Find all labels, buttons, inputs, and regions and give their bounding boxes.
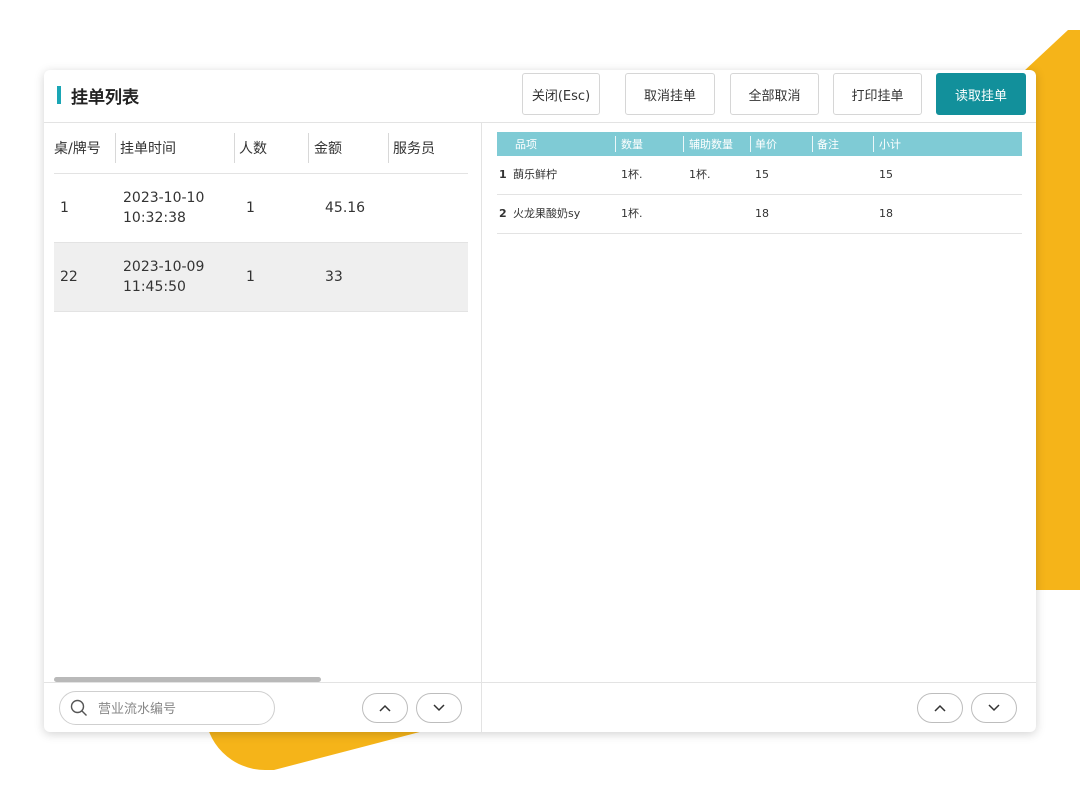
cell-index: 1 bbox=[499, 167, 507, 181]
header-separator bbox=[615, 136, 616, 152]
cell-quantity: 1杯. bbox=[621, 207, 643, 220]
header-separator bbox=[234, 133, 235, 163]
cell-item: 火龙果酸奶sy bbox=[513, 207, 581, 220]
header-unit-price: 单价 bbox=[755, 138, 777, 151]
search-box[interactable] bbox=[59, 691, 275, 725]
held-orders-list-pane: 桌/牌号 挂单时间 人数 金额 服务员 1 2023-10-10 10:32:3… bbox=[44, 123, 481, 732]
cell-unit-price: 18 bbox=[755, 206, 769, 220]
cell-item: 蓢乐鲜柠 bbox=[513, 168, 557, 181]
header-separator bbox=[873, 136, 874, 152]
cell-index: 2 bbox=[499, 206, 507, 220]
header-separator bbox=[750, 136, 751, 152]
order-detail-pane: 品项 数量 辅助数量 单价 备注 小计 1 蓢乐鲜柠 1杯. 1杯. 15 15… bbox=[482, 123, 1036, 732]
header-separator bbox=[308, 133, 309, 163]
table-row[interactable]: 1 2023-10-10 10:32:38 1 45.16 bbox=[54, 174, 468, 243]
scroll-up-button[interactable] bbox=[362, 693, 408, 723]
cell-unit-price: 15 bbox=[755, 167, 769, 181]
close-button[interactable]: 关闭(Esc) bbox=[522, 73, 600, 115]
header-waiter: 服务员 bbox=[393, 141, 435, 157]
header-separator bbox=[115, 133, 116, 163]
left-footer bbox=[44, 682, 481, 732]
cell-hold-time: 2023-10-09 11:45:50 bbox=[123, 243, 204, 311]
cell-table-number: 1 bbox=[60, 200, 69, 216]
cell-hold-time: 2023-10-10 10:32:38 bbox=[123, 174, 204, 242]
cell-subtotal: 15 bbox=[879, 167, 893, 181]
chevron-up-icon bbox=[379, 704, 391, 712]
cell-hold-date: 2023-10-09 bbox=[123, 259, 205, 275]
header-item: 品项 bbox=[515, 138, 537, 151]
chevron-up-icon bbox=[934, 704, 946, 712]
cell-people: 1 bbox=[246, 200, 255, 216]
search-icon bbox=[70, 699, 87, 716]
cell-hold-clock: 11:45:50 bbox=[123, 279, 186, 295]
chevron-down-icon bbox=[988, 704, 1000, 712]
cell-hold-clock: 10:32:38 bbox=[123, 210, 186, 226]
dialog-header: 挂单列表 关闭(Esc) 取消挂单 全部取消 打印挂单 读取挂单 bbox=[44, 70, 1036, 123]
cancel-all-button[interactable]: 全部取消 bbox=[730, 73, 819, 115]
cell-people: 1 bbox=[246, 269, 255, 285]
cell-amount: 45.16 bbox=[325, 200, 366, 216]
header-people: 人数 bbox=[239, 141, 267, 157]
serial-number-search-input[interactable] bbox=[96, 698, 270, 720]
header-table-number: 桌/牌号 bbox=[54, 141, 101, 157]
header-separator bbox=[388, 133, 389, 163]
header-separator bbox=[683, 136, 684, 152]
cell-aux-quantity: 1杯. bbox=[689, 168, 711, 181]
title-accent-bar bbox=[57, 86, 61, 104]
right-footer bbox=[482, 682, 1036, 732]
held-orders-table-header: 桌/牌号 挂单时间 人数 金额 服务员 bbox=[54, 123, 468, 174]
chevron-down-icon bbox=[433, 704, 445, 712]
cell-quantity: 1杯. bbox=[621, 168, 643, 181]
header-subtotal: 小计 bbox=[879, 138, 901, 151]
cancel-hold-button[interactable]: 取消挂单 bbox=[625, 73, 715, 115]
cell-table-number: 22 bbox=[60, 269, 78, 285]
print-hold-button[interactable]: 打印挂单 bbox=[833, 73, 922, 115]
detail-scroll-down-button[interactable] bbox=[971, 693, 1017, 723]
header-hold-time: 挂单时间 bbox=[120, 141, 176, 157]
read-hold-button[interactable]: 读取挂单 bbox=[936, 73, 1026, 115]
held-orders-dialog: 挂单列表 关闭(Esc) 取消挂单 全部取消 打印挂单 读取挂单 桌/牌号 挂单… bbox=[44, 70, 1036, 732]
cell-hold-date: 2023-10-10 bbox=[123, 190, 205, 206]
header-amount: 金额 bbox=[314, 141, 342, 157]
detail-scroll-up-button[interactable] bbox=[917, 693, 963, 723]
header-aux-quantity: 辅助数量 bbox=[689, 138, 733, 151]
cell-subtotal: 18 bbox=[879, 206, 893, 220]
order-item-row[interactable]: 2 火龙果酸奶sy 1杯. 18 18 bbox=[497, 195, 1022, 234]
table-row[interactable]: 22 2023-10-09 11:45:50 1 33 bbox=[54, 243, 468, 312]
header-note: 备注 bbox=[817, 138, 839, 151]
scroll-down-button[interactable] bbox=[416, 693, 462, 723]
order-item-row[interactable]: 1 蓢乐鲜柠 1杯. 1杯. 15 15 bbox=[497, 156, 1022, 195]
header-quantity: 数量 bbox=[621, 138, 643, 151]
dialog-title: 挂单列表 bbox=[71, 88, 139, 108]
order-items-header: 品项 数量 辅助数量 单价 备注 小计 bbox=[497, 132, 1022, 156]
header-separator bbox=[812, 136, 813, 152]
cell-amount: 33 bbox=[325, 269, 343, 285]
